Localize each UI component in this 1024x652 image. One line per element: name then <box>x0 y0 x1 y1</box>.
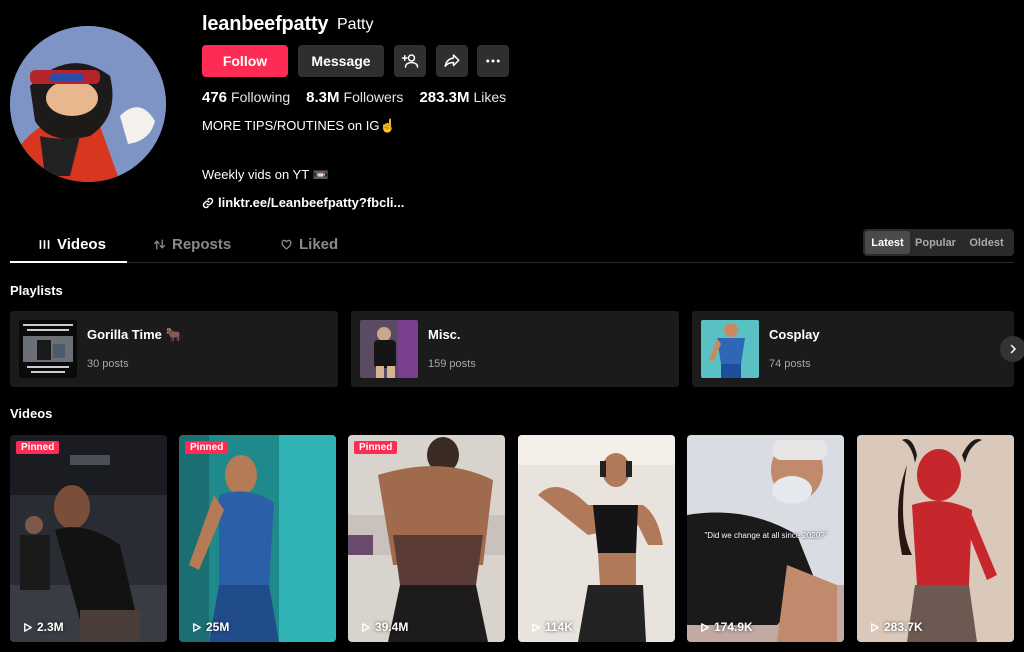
tab-reposts[interactable]: Reposts <box>153 236 231 253</box>
profile-stats: 476 Following 8.3M Followers 283.3M Likes <box>202 89 506 106</box>
following-label: Following <box>231 89 291 105</box>
bio-line: Weekly vids on YT 📼 <box>202 167 329 182</box>
more-icon <box>486 59 500 63</box>
tab-liked-label: Liked <box>299 236 339 253</box>
playlist-thumbnail <box>360 320 418 378</box>
video-card[interactable]: Pinned 2.3M <box>10 435 167 642</box>
tab-videos-label: Videos <box>57 236 106 253</box>
tab-reposts-label: Reposts <box>172 236 232 253</box>
playlist-thumbnail <box>701 320 759 378</box>
view-count-text: 39.4M <box>375 620 409 634</box>
view-count-text: 2.3M <box>37 620 64 634</box>
playlist-thumbnail <box>19 320 77 378</box>
add-friend-button[interactable] <box>394 45 426 77</box>
sort-toggle: Latest Popular Oldest <box>863 229 1014 256</box>
likes-label: Likes <box>473 89 507 105</box>
link-icon <box>202 197 214 208</box>
view-count: 2.3M <box>22 620 64 634</box>
view-count: 39.4M <box>360 620 408 634</box>
pinned-badge: Pinned <box>354 441 398 454</box>
playlist-card[interactable]: Gorilla Time 🐂 30 posts <box>10 311 338 387</box>
more-options-button[interactable] <box>477 45 509 77</box>
profile-link[interactable]: linktr.ee/Leanbeefpatty?fbcli... <box>202 195 404 210</box>
playlist-card[interactable]: Misc. 159 posts <box>351 311 679 387</box>
followers-count: 8.3M <box>306 89 340 106</box>
video-card[interactable]: 114K <box>518 435 675 642</box>
video-card[interactable]: 283.7K <box>857 435 1014 642</box>
sort-oldest-button[interactable]: Oldest <box>961 231 1012 254</box>
video-card[interactable]: Pinned 39.4M <box>348 435 505 642</box>
chevron-right-icon <box>1010 344 1017 354</box>
sort-popular-button[interactable]: Popular <box>910 231 961 254</box>
repost-icon <box>153 239 166 250</box>
followers-stat[interactable]: 8.3M Followers <box>306 89 403 106</box>
following-count: 476 <box>202 89 228 106</box>
grid-icon <box>39 240 50 249</box>
pinned-badge: Pinned <box>185 441 229 454</box>
avatar[interactable] <box>10 26 166 182</box>
video-caption: "Did we change at all since 2020?" <box>704 531 828 540</box>
active-tab-indicator <box>10 261 127 263</box>
view-count-text: 174.9K <box>714 620 753 634</box>
play-icon <box>193 622 201 632</box>
following-stat[interactable]: 476 Following <box>202 89 290 106</box>
video-card[interactable]: "Did we change at all since 2020?" 174.9… <box>687 435 844 642</box>
bio-line: MORE TIPS/ROUTINES on IG☝️ <box>202 118 396 133</box>
view-count-text: 114K <box>545 620 574 634</box>
playlists-next-button[interactable] <box>1000 336 1024 362</box>
playlist-name: Misc. <box>428 327 461 342</box>
playlist-card[interactable]: Cosplay 74 posts <box>692 311 1014 387</box>
add-user-icon <box>401 54 419 68</box>
view-count: 283.7K <box>869 620 923 634</box>
pinned-badge: Pinned <box>16 441 60 454</box>
view-count: 114K <box>530 620 573 634</box>
tab-liked[interactable]: Liked <box>280 236 338 253</box>
playlist-count: 159 posts <box>428 358 476 370</box>
videos-heading: Videos <box>10 406 53 421</box>
followers-label: Followers <box>343 89 404 105</box>
play-icon <box>24 622 32 632</box>
view-count-text: 25M <box>206 620 230 634</box>
play-icon <box>362 622 370 632</box>
share-icon <box>444 54 460 67</box>
playlist-count: 74 posts <box>769 358 811 370</box>
heart-lock-icon <box>281 239 292 250</box>
follow-button[interactable]: Follow <box>202 45 288 77</box>
likes-stat: 283.3M Likes <box>419 89 506 106</box>
play-icon <box>871 622 879 632</box>
play-icon <box>701 622 709 632</box>
view-count: 174.9K <box>699 620 753 634</box>
tab-videos[interactable]: Videos <box>38 236 106 253</box>
playlist-name: Gorilla Time 🐂 <box>87 327 182 342</box>
username: leanbeefpatty <box>202 13 329 35</box>
view-count: 25M <box>191 620 229 634</box>
nickname: Patty <box>337 16 374 33</box>
sort-latest-button[interactable]: Latest <box>865 231 910 254</box>
video-card[interactable]: Pinned 25M <box>179 435 336 642</box>
playlists-heading: Playlists <box>10 283 63 298</box>
likes-count: 283.3M <box>419 89 470 106</box>
playlist-name: Cosplay <box>769 327 820 342</box>
playlist-count: 30 posts <box>87 358 129 370</box>
view-count-text: 283.7K <box>884 620 923 634</box>
share-button[interactable] <box>436 45 468 77</box>
profile-link-text: linktr.ee/Leanbeefpatty?fbcli... <box>218 195 405 210</box>
message-button[interactable]: Message <box>298 45 384 77</box>
play-icon <box>532 622 540 632</box>
